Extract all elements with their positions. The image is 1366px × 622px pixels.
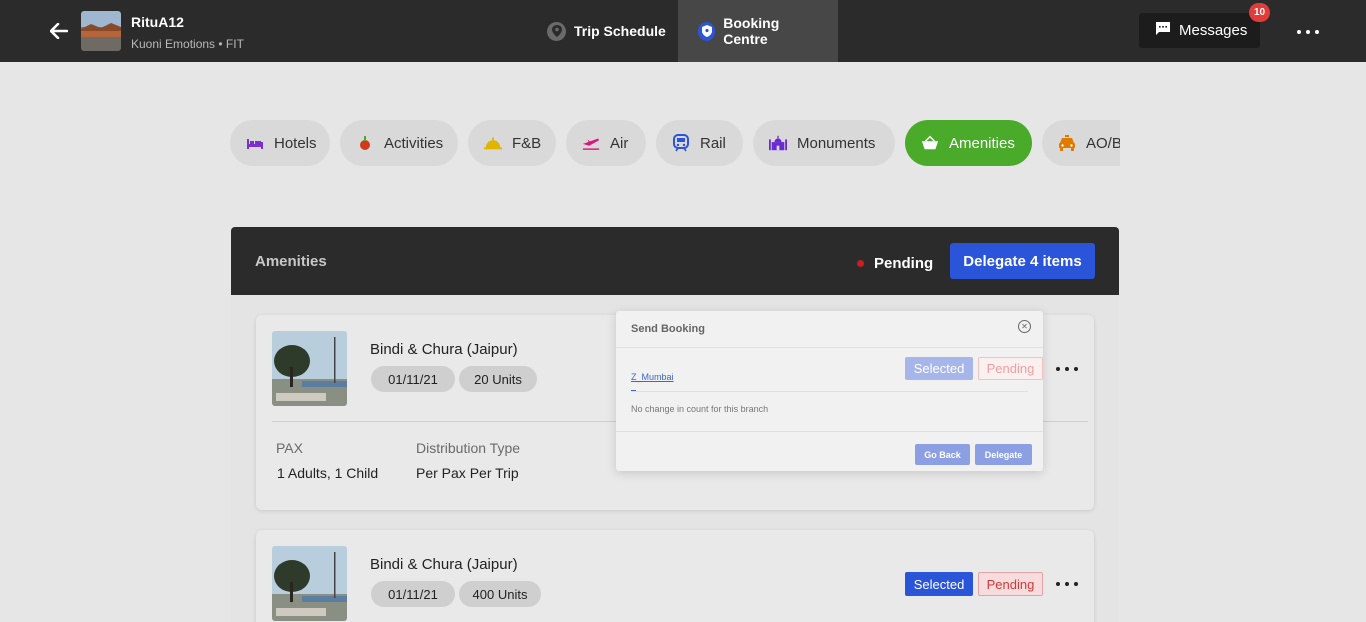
pending-button[interactable]: Pending: [978, 572, 1043, 596]
pax-label: PAX: [276, 440, 303, 456]
car-icon: [1058, 134, 1076, 152]
amenity-title: Bindi & Chura (Jaipur): [370, 556, 518, 573]
top-bar: RituA12 Kuoni Emotions • FIT Trip Schedu…: [0, 0, 1366, 62]
category-fnb[interactable]: F&B: [468, 120, 556, 166]
location-pin-icon: [547, 21, 566, 41]
date-chip: 01/11/21: [371, 581, 455, 607]
divider: [616, 431, 1043, 432]
tab-booking-centre[interactable]: Booking Centre: [678, 0, 838, 62]
category-hotels[interactable]: Hotels: [230, 120, 330, 166]
distribution-type-label: Distribution Type: [416, 440, 521, 456]
back-arrow-icon[interactable]: [46, 18, 72, 44]
category-label: F&B: [512, 134, 542, 152]
category-label: Air: [610, 134, 629, 152]
shield-icon: [698, 21, 716, 41]
divider: [631, 391, 1028, 392]
category-label: Amenities: [949, 134, 1015, 152]
plane-icon: [582, 134, 600, 152]
amenity-thumbnail: [272, 331, 347, 406]
selected-button[interactable]: Selected: [905, 357, 973, 380]
amenity-card: Bindi & Chura (Jaipur) 01/11/21 400 Unit…: [256, 530, 1094, 622]
close-icon[interactable]: ✕: [1018, 320, 1031, 333]
tab-trip-schedule[interactable]: Trip Schedule: [527, 0, 686, 62]
tab-label: Booking Centre: [723, 15, 780, 47]
pax-value: 1 Adults, 1 Child: [277, 465, 379, 481]
tab-label: Trip Schedule: [574, 23, 666, 39]
panel-header: Amenities Pending Delegate 4 items: [231, 227, 1119, 295]
bed-icon: [246, 134, 264, 152]
category-activities[interactable]: Activities: [340, 120, 458, 166]
trip-name: RituA12: [131, 14, 184, 30]
selected-button[interactable]: Selected: [905, 572, 973, 596]
activity-icon: [356, 134, 374, 152]
date-chip: 01/11/21: [371, 366, 455, 392]
category-label: Monuments: [797, 134, 876, 152]
messages-button[interactable]: Messages: [1139, 13, 1260, 48]
monument-icon: [769, 134, 787, 152]
more-options-icon[interactable]: [1056, 361, 1078, 377]
branch-note: No change in count for this branch: [631, 404, 769, 414]
divider: [616, 347, 1043, 348]
delegate-items-button[interactable]: Delegate 4 items: [950, 243, 1095, 279]
units-chip: 20 Units: [459, 366, 537, 392]
dialog-title: Send Booking: [631, 323, 705, 335]
pending-button[interactable]: Pending: [978, 357, 1043, 380]
train-icon: [672, 134, 690, 152]
panel-title: Amenities: [255, 253, 327, 270]
status-dot: [857, 260, 864, 267]
amenity-thumbnail: [272, 546, 347, 621]
trip-thumbnail: [81, 11, 121, 51]
distribution-type-value: Per Pax Per Trip: [416, 465, 519, 481]
cloche-icon: [484, 134, 502, 152]
basket-icon: [921, 134, 939, 152]
send-booking-dialog: Send Booking ✕ Selected Pending Z_Mumbai…: [616, 311, 1043, 471]
category-amenities[interactable]: Amenities: [905, 120, 1032, 166]
amenity-title: Bindi & Chura (Jaipur): [370, 341, 518, 358]
dialog-delegate-button[interactable]: Delegate: [975, 444, 1032, 465]
messages-count-badge: 10: [1249, 3, 1270, 22]
status-text: Pending: [874, 255, 934, 272]
category-bar: Hotels Activities F&B Air Rail Monuments: [230, 120, 1120, 166]
branch-link[interactable]: Z_Mumbai: [631, 372, 674, 382]
go-back-button[interactable]: Go Back: [915, 444, 970, 465]
chat-bubble-icon: [1155, 21, 1171, 40]
category-monuments[interactable]: Monuments: [753, 120, 895, 166]
category-air[interactable]: Air: [566, 120, 646, 166]
category-label: Activities: [384, 134, 444, 152]
trip-subtitle: Kuoni Emotions • FIT: [131, 37, 244, 51]
messages-label: Messages: [1179, 22, 1248, 39]
more-options-icon[interactable]: [1056, 576, 1078, 592]
category-label: Hotels: [274, 134, 317, 152]
category-label: AO/B: [1086, 134, 1120, 152]
category-label: Rail: [700, 134, 726, 152]
units-chip: 400 Units: [459, 581, 541, 607]
category-ao-b[interactable]: AO/B: [1042, 120, 1120, 166]
more-options-icon[interactable]: [1297, 24, 1319, 40]
category-rail[interactable]: Rail: [656, 120, 743, 166]
